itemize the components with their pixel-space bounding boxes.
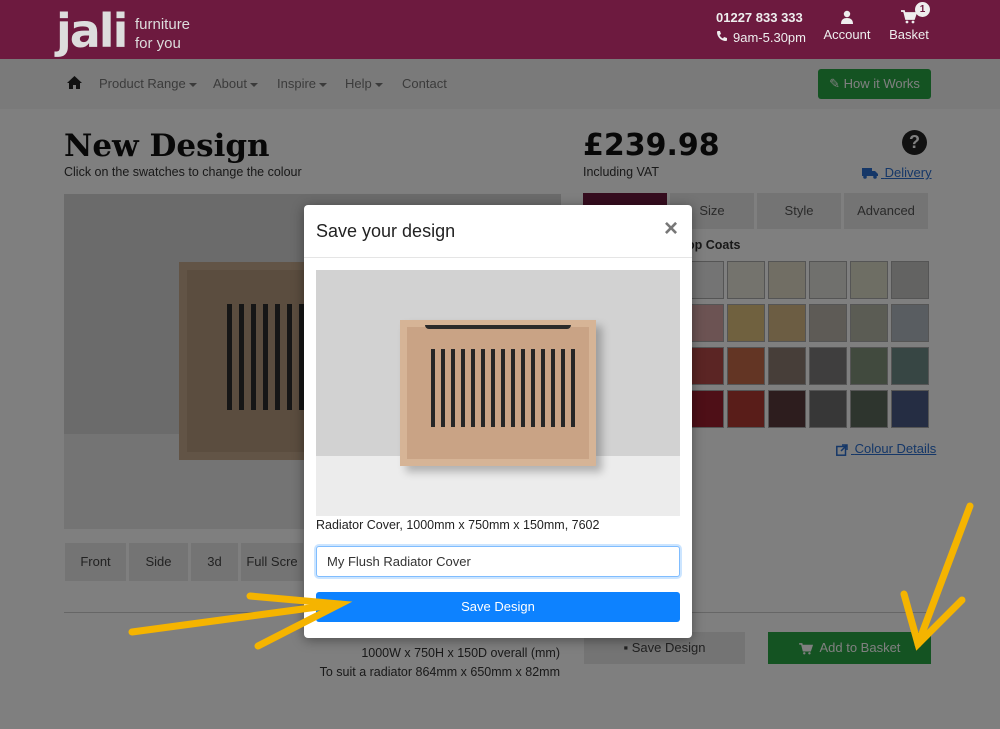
design-caption: Radiator Cover, 1000mm x 750mm x 150mm, … bbox=[316, 518, 600, 532]
account-label: Account bbox=[823, 27, 871, 42]
tagline-line1: furniture bbox=[135, 16, 191, 33]
basket-label: Basket bbox=[889, 27, 929, 42]
design-preview-image bbox=[316, 270, 680, 516]
save-design-modal: Save your design × Radiator Cover, 1000m… bbox=[304, 205, 692, 638]
preview-radiator-cover bbox=[400, 320, 596, 466]
opening-hours: 9am-5.30pm bbox=[716, 30, 806, 45]
preview-lid-groove bbox=[425, 325, 571, 329]
modal-title: Save your design bbox=[316, 221, 456, 241]
basket-count-badge: 1 bbox=[915, 2, 930, 17]
hours-text: 9am-5.30pm bbox=[733, 30, 806, 45]
site-header: jali furniture for you 01227 833 333 9am… bbox=[0, 0, 1000, 59]
tagline-line2: for you bbox=[135, 35, 181, 52]
logo[interactable]: jali bbox=[56, 4, 128, 58]
phone-icon bbox=[716, 30, 728, 45]
user-icon bbox=[820, 10, 874, 27]
close-icon[interactable]: × bbox=[664, 215, 678, 243]
save-design-button[interactable]: Save Design bbox=[316, 592, 680, 622]
design-name-input[interactable] bbox=[316, 546, 680, 577]
logo-tagline: furniture for you bbox=[135, 15, 190, 53]
basket-link[interactable]: Basket 1 bbox=[886, 2, 932, 42]
modal-divider bbox=[304, 257, 692, 258]
account-link[interactable]: Account bbox=[820, 10, 874, 42]
phone-number[interactable]: 01227 833 333 bbox=[716, 10, 803, 25]
preview-grille-slots bbox=[431, 349, 575, 427]
